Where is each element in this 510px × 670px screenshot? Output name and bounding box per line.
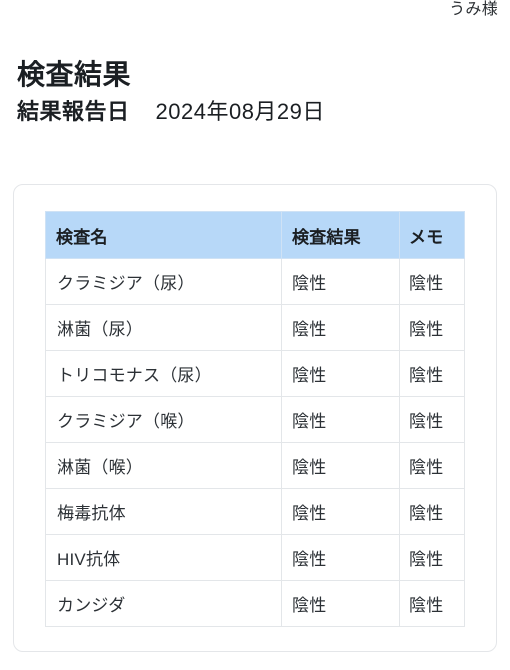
report-date-row: 結果報告日 2024年08月29日 [17,99,325,125]
cell-test-result: 陰性 [281,534,400,581]
results-table: 検査名 検査結果 メモ クラミジア（尿） 陰性 陰性 淋菌（尿） 陰性 陰性 トリコモナス（… [45,211,465,627]
results-table-head: 検査名 検査結果 メモ [45,211,465,259]
cell-test-name: 淋菌（喉） [45,442,282,489]
table-row: 淋菌（尿） 陰性 陰性 [45,304,465,351]
cell-test-result: 陰性 [281,488,400,535]
cell-test-name: カンジダ [45,580,282,627]
table-row: クラミジア（尿） 陰性 陰性 [45,258,465,305]
page-title: 検査結果 [17,58,132,90]
results-table-body: クラミジア（尿） 陰性 陰性 淋菌（尿） 陰性 陰性 トリコモナス（尿） 陰性 陰性 クラミジア（… [45,258,465,627]
report-date-value: 2024年08月29日 [155,99,325,124]
cell-test-result: 陰性 [281,350,400,397]
cell-test-name: HIV抗体 [45,534,282,581]
report-date-label: 結果報告日 [17,99,130,124]
column-header-memo: メモ [399,211,465,259]
user-greeting: うみ様 [449,2,498,18]
cell-memo: 陰性 [399,534,465,581]
cell-test-name: 淋菌（尿） [45,304,282,351]
cell-test-result: 陰性 [281,304,400,351]
cell-memo: 陰性 [399,488,465,535]
cell-test-name: クラミジア（喉） [45,396,282,443]
table-row: カンジダ 陰性 陰性 [45,580,465,627]
cell-memo: 陰性 [399,396,465,443]
cell-test-result: 陰性 [281,396,400,443]
cell-memo: 陰性 [399,258,465,305]
cell-memo: 陰性 [399,442,465,489]
results-card: 検査名 検査結果 メモ クラミジア（尿） 陰性 陰性 淋菌（尿） 陰性 陰性 トリコモナス（… [13,184,497,652]
table-row: クラミジア（喉） 陰性 陰性 [45,396,465,443]
cell-test-name: トリコモナス（尿） [45,350,282,397]
cell-memo: 陰性 [399,580,465,627]
result-report-page: うみ様 検査結果 結果報告日 2024年08月29日 検査名 検査結果 メモ ク… [0,0,510,670]
column-header-test-name: 検査名 [45,211,282,259]
cell-test-result: 陰性 [281,258,400,305]
cell-memo: 陰性 [399,350,465,397]
cell-test-name: クラミジア（尿） [45,258,282,305]
table-row: HIV抗体 陰性 陰性 [45,534,465,581]
cell-test-result: 陰性 [281,580,400,627]
cell-memo: 陰性 [399,304,465,351]
table-row: トリコモナス（尿） 陰性 陰性 [45,350,465,397]
column-header-test-result: 検査結果 [281,211,400,259]
table-row: 淋菌（喉） 陰性 陰性 [45,442,465,489]
table-header-row: 検査名 検査結果 メモ [45,211,465,259]
table-row: 梅毒抗体 陰性 陰性 [45,488,465,535]
cell-test-name: 梅毒抗体 [45,488,282,535]
user-name-label: うみ様 [449,1,498,18]
cell-test-result: 陰性 [281,442,400,489]
